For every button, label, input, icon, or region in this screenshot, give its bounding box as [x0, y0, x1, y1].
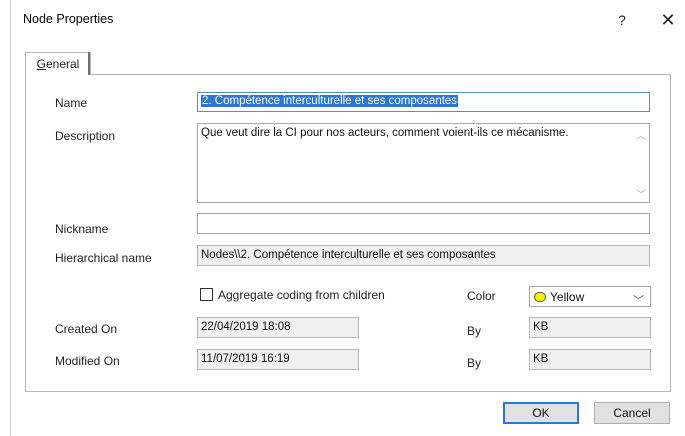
- close-icon: ✕: [660, 9, 676, 30]
- window-title: Node Properties: [23, 12, 114, 26]
- scroll-down-icon[interactable]: ﹀: [636, 186, 646, 201]
- modified-by-label: By: [467, 356, 482, 370]
- tab-general-label: eneral: [45, 57, 80, 71]
- color-label: Color: [467, 289, 496, 303]
- created-on-label: Created On: [55, 322, 118, 336]
- description-value: Que veut dire la CI pour nos acteurs, co…: [201, 127, 569, 139]
- tab-edge: [88, 52, 90, 75]
- description-label: Description: [55, 129, 116, 143]
- name-input[interactable]: 2. Compétence interculturelle et ses com…: [197, 92, 650, 112]
- modified-on-field: 11/07/2019 16:19: [197, 349, 359, 370]
- tab-general[interactable]: General: [25, 52, 91, 75]
- color-value: Yellow: [550, 289, 585, 304]
- aggregate-label: Aggregate coding from children: [218, 288, 385, 302]
- help-icon: ?: [618, 12, 626, 28]
- nickname-input[interactable]: [197, 213, 650, 234]
- name-value: 2. Compétence interculturelle et ses com…: [201, 95, 459, 107]
- color-select[interactable]: Yellow ﹀: [529, 286, 651, 307]
- created-by-label: By: [467, 324, 482, 338]
- title-bar: Node Properties ? ✕: [11, 0, 685, 40]
- modified-on-label: Modified On: [55, 354, 120, 368]
- nickname-label: Nickname: [55, 222, 109, 236]
- cancel-button[interactable]: Cancel: [594, 402, 670, 424]
- close-button[interactable]: ✕: [653, 6, 683, 34]
- ok-button[interactable]: OK: [503, 402, 579, 424]
- yellow-swatch-icon: [534, 291, 546, 302]
- chevron-down-icon: ﹀: [633, 295, 644, 307]
- tab-general-mnemonic: G: [36, 57, 46, 71]
- modified-by-field: KB: [529, 349, 651, 370]
- created-on-value: 22/04/2019 18:08: [201, 321, 291, 333]
- created-by-value: KB: [533, 321, 549, 333]
- scroll-up-icon[interactable]: ︿: [636, 127, 646, 142]
- general-panel: Name 2. Compétence interculturelle et se…: [25, 74, 671, 392]
- aggregate-checkbox[interactable]: [200, 288, 213, 301]
- description-textarea[interactable]: Que veut dire la CI pour nos acteurs, co…: [197, 123, 650, 203]
- hierarchical-name-field: Nodes\\2. Compétence interculturelle et …: [197, 245, 650, 266]
- hierarchical-name-value: Nodes\\2. Compétence interculturelle et …: [201, 249, 496, 261]
- help-button[interactable]: ?: [607, 6, 637, 34]
- created-by-field: KB: [529, 317, 651, 338]
- hierarchical-name-label: Hierarchical name: [55, 251, 152, 265]
- name-label: Name: [55, 96, 88, 110]
- window-left-edge: [10, 0, 11, 436]
- modified-on-value: 11/07/2019 16:19: [201, 353, 290, 365]
- created-on-field: 22/04/2019 18:08: [197, 317, 359, 338]
- modified-by-value: KB: [533, 353, 549, 365]
